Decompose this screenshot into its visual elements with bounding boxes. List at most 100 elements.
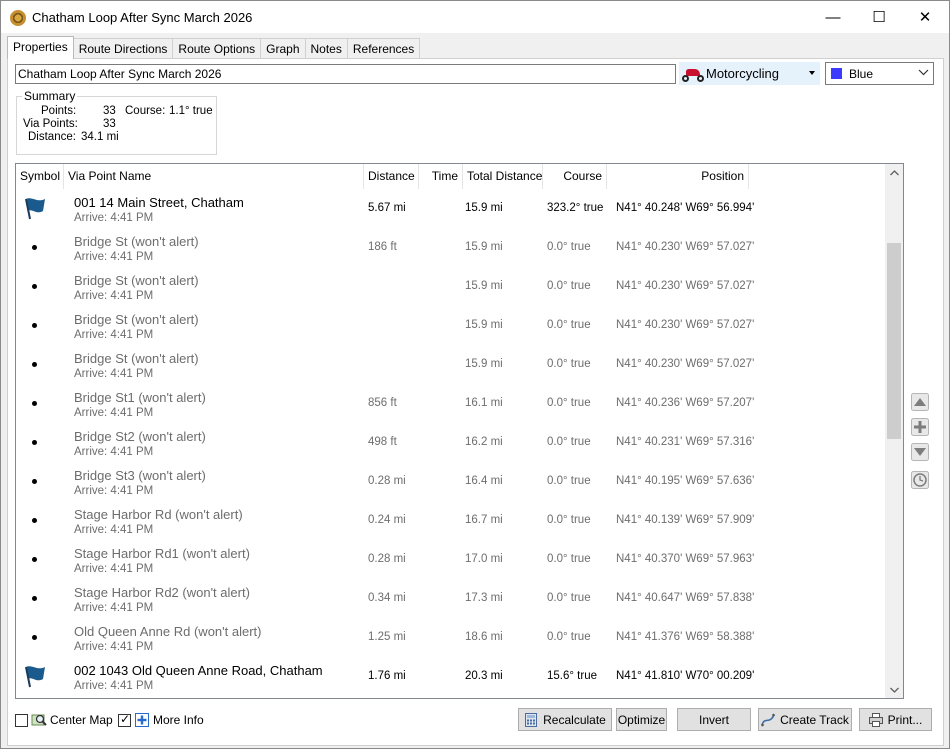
tab-references[interactable]: References (346, 38, 421, 59)
table-row[interactable]: Stage Harbor Rd (won't alert) Arrive: 4:4… (16, 501, 886, 540)
table-row[interactable]: Bridge St (won't alert) Arrive: 4:41 PM 15… (16, 267, 886, 306)
scrollbar-thumb[interactable] (887, 243, 901, 439)
column-total-distance[interactable]: Total Distance (463, 164, 543, 189)
via-point-name: Bridge St (won't alert) (74, 351, 199, 366)
waypoint-dot-icon (32, 479, 37, 484)
waypoint-dot-icon (32, 401, 37, 406)
flag-icon (25, 666, 45, 688)
vertical-scrollbar[interactable] (885, 164, 903, 698)
transport-mode-select[interactable]: Motorcycling (679, 62, 820, 85)
tab-route-directions[interactable]: Route Directions (72, 38, 174, 59)
course-cell: 323.2° true (547, 202, 604, 214)
table-row[interactable]: 001 14 Main Street, Chatham Arrive: 4:41 … (16, 189, 886, 228)
route-color-label: Blue (849, 66, 874, 81)
table-row[interactable]: Old Queen Anne Rd (won't alert) Arrive: 4… (16, 618, 886, 657)
summary-legend: Summary (22, 89, 78, 103)
center-map-check-box[interactable] (15, 713, 28, 727)
table-row[interactable]: Bridge St2 (won't alert) Arrive: 4:41 PM 4… (16, 423, 886, 462)
waypoint-dot-icon (32, 557, 37, 562)
table-row[interactable]: Bridge St (won't alert) Arrive: 4:41 PM 15… (16, 345, 886, 384)
waypoint-dot-icon (32, 362, 37, 367)
course-cell: 0.0° true (547, 280, 591, 292)
timing-button[interactable] (910, 470, 930, 490)
distance-cell: 1.25 mi (368, 631, 406, 643)
scroll-down-icon[interactable] (885, 681, 903, 698)
route-name-input[interactable]: Chatham Loop After Sync March 2026 (15, 64, 676, 84)
tab-graph[interactable]: Graph (260, 38, 306, 59)
more-info-check-box[interactable] (118, 712, 131, 727)
position-cell: N41° 40.230' W69° 57.027' (616, 241, 755, 253)
position-cell: N41° 40.236' W69° 57.207' (616, 397, 755, 409)
move-down-button[interactable] (910, 442, 930, 462)
waypoint-dot-icon (32, 245, 37, 250)
calculator-icon (525, 712, 538, 727)
summary-group: Summary Points: 33 Course: 1.1° true Via… (16, 89, 217, 155)
center-map-label: Center Map (50, 713, 113, 727)
arrive-time: Arrive: 4:41 PM (74, 485, 154, 497)
table-row[interactable]: Bridge St3 (won't alert) Arrive: 4:41 PM 0… (16, 462, 886, 501)
scroll-up-icon[interactable] (885, 164, 903, 181)
column-time[interactable]: Time (419, 164, 463, 189)
tab-route-options[interactable]: Route Options (172, 38, 262, 59)
invert-button[interactable]: Invert (677, 708, 751, 731)
arrive-time: Arrive: 4:41 PM (74, 680, 154, 692)
arrive-time: Arrive: 4:41 PM (74, 407, 154, 419)
column-distance[interactable]: Distance (364, 164, 419, 189)
via-point-name: Old Queen Anne Rd (won't alert) (74, 624, 262, 639)
column-course[interactable]: Course (543, 164, 607, 189)
table-row[interactable]: Stage Harbor Rd2 (won't alert) Arrive: 4:… (16, 579, 886, 618)
create-track-button[interactable]: Create Track (758, 708, 852, 731)
position-cell: N41° 40.195' W69° 57.636' (616, 475, 755, 487)
table-row[interactable]: Bridge St1 (won't alert) Arrive: 4:41 PM 8… (16, 384, 886, 423)
total-distance-cell: 15.9 mi (465, 358, 503, 370)
via-point-name: Stage Harbor Rd1 (won't alert) (74, 546, 250, 561)
tab-properties[interactable]: Properties (7, 36, 74, 59)
tab-notes[interactable]: Notes (304, 38, 348, 59)
column-position[interactable]: Position (607, 164, 749, 189)
table-row[interactable]: Bridge St (won't alert) Arrive: 4:41 PM 18… (16, 228, 886, 267)
center-map-checkbox[interactable]: Center Map (15, 712, 113, 728)
total-distance-cell: 15.9 mi (465, 280, 503, 292)
course-cell: 0.0° true (547, 397, 591, 409)
create-track-label: Create Track (780, 712, 849, 727)
clock-icon (911, 471, 929, 489)
via-point-name: Bridge St2 (won't alert) (74, 429, 206, 444)
distance-cell: 1.76 mi (368, 670, 406, 682)
waypoint-dot-icon (32, 635, 37, 640)
column-via-point-name[interactable]: Via Point Name (64, 164, 364, 189)
minimize-button[interactable]: — (810, 1, 856, 33)
distance-cell: 0.28 mi (368, 475, 406, 487)
more-info-checkbox[interactable]: More Info (118, 712, 204, 728)
via-point-name: Bridge St3 (won't alert) (74, 468, 206, 483)
optimize-button[interactable]: Optimize (616, 708, 667, 731)
move-up-button[interactable] (910, 392, 930, 412)
column-symbol[interactable]: Symbol (16, 164, 64, 189)
total-distance-cell: 15.9 mi (465, 319, 503, 331)
print-button[interactable]: Print... (859, 708, 932, 731)
print-label: Print... (887, 712, 923, 727)
position-cell: N41° 40.231' W69° 57.316' (616, 436, 755, 448)
course-cell: 0.0° true (547, 553, 591, 565)
course-cell: 15.6° true (547, 670, 597, 682)
route-color-select[interactable]: Blue (825, 62, 934, 85)
triangle-up-icon (911, 393, 929, 411)
maximize-button[interactable]: ☐ (856, 1, 902, 33)
arrive-time: Arrive: 4:41 PM (74, 563, 154, 575)
table-row[interactable]: Stage Harbor Rd1 (won't alert) Arrive: 4:… (16, 540, 886, 579)
course-cell: 0.0° true (547, 241, 591, 253)
recalculate-button[interactable]: Recalculate (518, 708, 612, 731)
distance-cell: 5.67 mi (368, 202, 406, 214)
table-row[interactable]: 002 1043 Old Queen Anne Road, Chatham Arr… (16, 657, 886, 696)
waypoint-dot-icon (32, 323, 37, 328)
add-point-button[interactable] (910, 417, 930, 437)
distance-cell: 498 ft (368, 436, 397, 448)
via-point-name: Bridge St (won't alert) (74, 273, 199, 288)
table-row[interactable]: Bridge St (won't alert) Arrive: 4:41 PM 15… (16, 306, 886, 345)
course-cell: 0.0° true (547, 436, 591, 448)
flag-icon (25, 198, 45, 220)
close-button[interactable]: ✕ (902, 1, 948, 33)
app-icon (10, 10, 26, 26)
tab-strip: Properties Route Directions Route Option… (7, 36, 421, 59)
waypoint-dot-icon (32, 596, 37, 601)
table-header: Symbol Via Point Name Distance Time Tota… (16, 164, 886, 189)
